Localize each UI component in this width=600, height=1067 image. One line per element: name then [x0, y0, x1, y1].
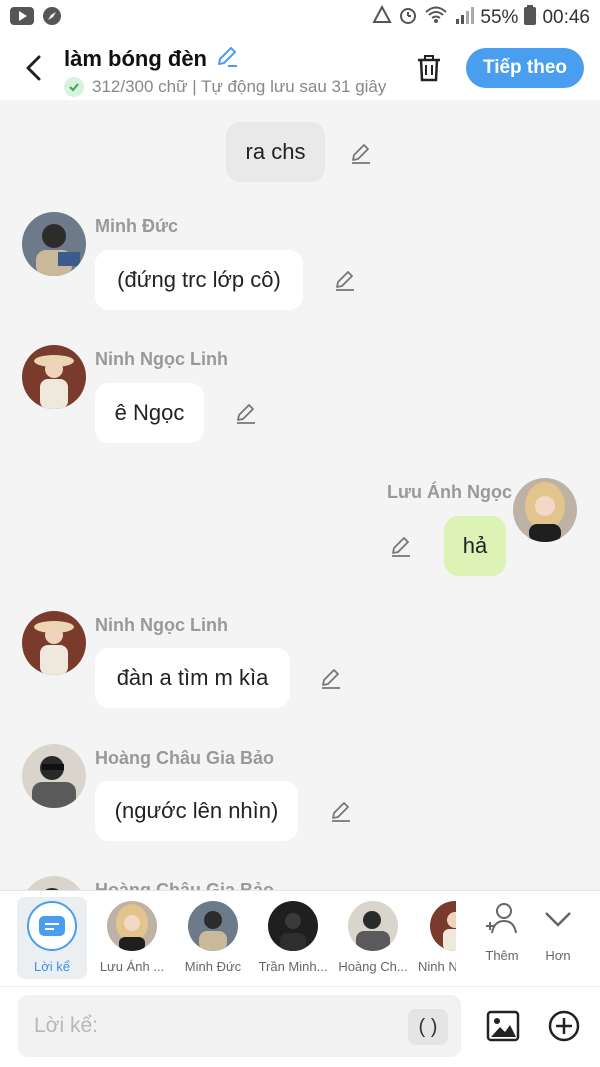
character-label: Trần Minh... [258, 959, 328, 974]
add-label: Thêm [485, 948, 519, 963]
header: làm bóng đèn 312/300 chữ | Tự động lưu s… [0, 36, 600, 100]
character-narrator[interactable]: Lời kể [17, 897, 87, 979]
wifi-icon [424, 5, 448, 31]
sender-name: Hoàng Châu Gia Bảo [95, 880, 275, 890]
image-button[interactable] [485, 1008, 521, 1044]
parentheses-button[interactable]: ( ) [408, 1009, 448, 1045]
add-character-button[interactable]: Thêm [480, 899, 524, 963]
more-button[interactable]: Hơn [538, 899, 578, 963]
recycle-icon [372, 4, 393, 31]
character-tran-minh[interactable]: Trần Minh... [258, 897, 328, 979]
chevron-down-icon [545, 912, 571, 927]
character-minh-duc[interactable]: Minh Đức [178, 897, 248, 979]
avatar [188, 901, 238, 951]
avatar[interactable] [22, 876, 86, 890]
chevron-left-icon [26, 55, 41, 81]
edit-icon[interactable] [332, 267, 358, 293]
edit-icon[interactable] [388, 533, 414, 559]
battery-percent: 55% [480, 7, 519, 28]
save-status: 312/300 chữ | Tự động lưu sau 31 giây [92, 77, 387, 96]
clock: 00:46 [542, 7, 590, 28]
compass-icon [42, 6, 62, 31]
check-icon [64, 77, 84, 97]
character-ninh-ngoc-linh[interactable]: Ninh N [418, 897, 456, 979]
character-label: Hoàng Ch... [338, 959, 408, 974]
character-label: Lời kể [34, 959, 70, 974]
edit-icon[interactable] [318, 665, 344, 691]
avatar[interactable] [22, 345, 86, 409]
sender-name: Lưu Ánh Ngọc [387, 482, 513, 502]
more-label: Hơn [545, 948, 571, 963]
avatar[interactable] [22, 212, 86, 276]
youtube-icon [10, 6, 34, 30]
character-label: Ninh N [418, 959, 456, 974]
next-button[interactable]: Tiếp theo [466, 48, 584, 88]
signal-icon [454, 5, 475, 31]
alarm-icon [398, 5, 418, 31]
narration-bubble[interactable]: ra chs [226, 122, 325, 182]
avatar[interactable] [22, 611, 86, 675]
edit-icon[interactable] [328, 798, 354, 824]
sender-name: Hoàng Châu Gia Bảo [95, 748, 275, 768]
message-input[interactable] [18, 995, 461, 1057]
add-person-icon [486, 903, 517, 934]
sender-name: Ninh Ngọc Linh [95, 349, 228, 369]
character-hoang-chau[interactable]: Hoàng Ch... [338, 897, 408, 979]
back-button[interactable] [18, 50, 48, 86]
status-bar: 55% 00:46 [0, 0, 600, 36]
message-bubble[interactable]: (ngước lên nhìn) [95, 781, 298, 841]
battery-icon [524, 5, 537, 31]
character-label: Lưu Ánh ... [99, 959, 165, 974]
character-label: Minh Đức [184, 959, 242, 974]
sender-name: Ninh Ngọc Linh [95, 615, 228, 635]
avatar[interactable] [22, 744, 86, 808]
message-bubble[interactable]: ê Ngọc [95, 383, 204, 443]
add-button[interactable] [546, 1008, 582, 1044]
edit-icon[interactable] [233, 400, 259, 426]
chat-area[interactable]: ra chs Minh Đức (đứng trc lớp cô) Ninh N… [0, 100, 600, 890]
title-area: làm bóng đèn 312/300 chữ | Tự động lưu s… [64, 44, 394, 97]
character-strip: Lời kể Lưu Ánh ... Minh Đức Trần Minh...… [0, 890, 600, 986]
message-bubble[interactable]: đàn a tìm m kìa [95, 648, 290, 708]
avatar [348, 901, 398, 951]
plus-circle-icon [548, 1010, 580, 1042]
avatar[interactable] [513, 478, 577, 542]
avatar [107, 901, 157, 951]
story-title: làm bóng đèn [64, 45, 207, 71]
input-bar: ( ) [0, 986, 600, 1067]
trash-icon [418, 55, 440, 82]
delete-button[interactable] [412, 50, 446, 86]
narration-icon [27, 901, 77, 951]
message-bubble[interactable]: hả [444, 516, 506, 576]
message-bubble[interactable]: (đứng trc lớp cô) [95, 250, 303, 310]
avatar [268, 901, 318, 951]
edit-icon[interactable] [348, 140, 374, 166]
pencil-icon[interactable] [215, 44, 239, 73]
image-icon [486, 1010, 520, 1042]
avatar [430, 901, 456, 951]
character-luu-anh-ngoc[interactable]: Lưu Ánh ... [97, 897, 167, 979]
sender-name: Minh Đức [95, 216, 179, 236]
